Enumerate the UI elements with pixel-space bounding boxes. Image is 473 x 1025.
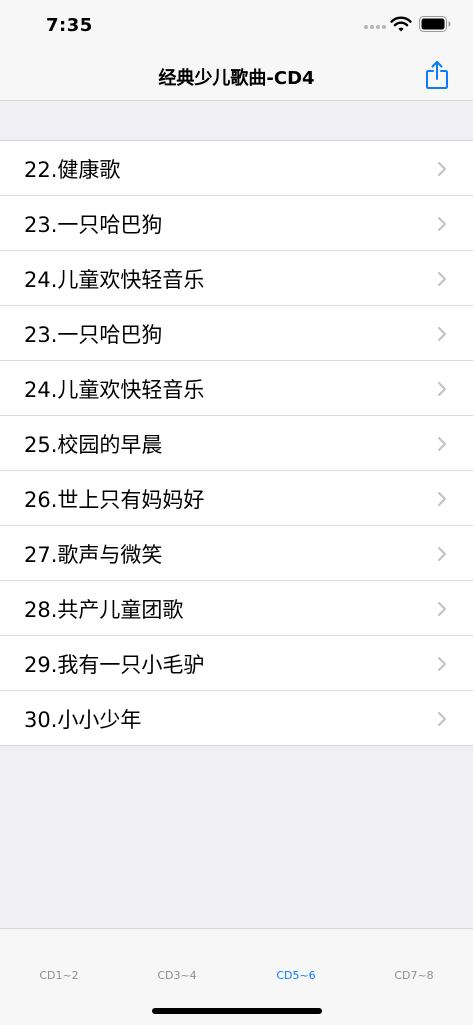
song-row[interactable]: 27.歌声与微笑: [0, 526, 473, 581]
song-row[interactable]: 23.一只哈巴狗: [0, 196, 473, 251]
signal-dots-icon: [364, 25, 386, 29]
song-title: 26.世上只有妈妈好: [24, 488, 205, 512]
chevron-right-icon: [437, 601, 447, 617]
status-time: 7:35: [46, 15, 93, 36]
chevron-right-icon: [437, 216, 447, 232]
song-list: 22.健康歌 23.一只哈巴狗 24.儿童欢快轻音乐 23.一只哈巴狗 24.儿…: [0, 140, 473, 746]
tab-cd1-2[interactable]: CD1~2: [0, 969, 118, 982]
song-row[interactable]: 29.我有一只小毛驴: [0, 636, 473, 691]
chevron-right-icon: [437, 546, 447, 562]
wifi-icon: [390, 16, 412, 32]
home-indicator: [152, 1008, 322, 1014]
battery-icon: [419, 16, 451, 32]
song-title: 23.一只哈巴狗: [24, 213, 163, 237]
song-title: 22.健康歌: [24, 158, 121, 182]
share-icon: [426, 61, 448, 89]
tab-cd5-6[interactable]: CD5~6: [237, 969, 355, 982]
chevron-right-icon: [437, 656, 447, 672]
song-title: 27.歌声与微笑: [24, 543, 163, 567]
tab-cd7-8[interactable]: CD7~8: [355, 969, 473, 982]
chevron-right-icon: [437, 326, 447, 342]
page-title: 经典少儿歌曲-CD4: [158, 68, 315, 89]
share-button[interactable]: [421, 58, 453, 92]
chevron-right-icon: [437, 491, 447, 507]
song-title: 28.共产儿童团歌: [24, 598, 184, 622]
song-title: 24.儿童欢快轻音乐: [24, 378, 205, 402]
song-title: 30.小小少年: [24, 708, 142, 732]
tab-cd3-4[interactable]: CD3~4: [118, 969, 236, 982]
song-title: 24.儿童欢快轻音乐: [24, 268, 205, 292]
song-title: 23.一只哈巴狗: [24, 323, 163, 347]
status-bar: 7:35: [0, 0, 473, 52]
song-title: 25.校园的早晨: [24, 433, 163, 457]
chevron-right-icon: [437, 436, 447, 452]
song-row[interactable]: 24.儿童欢快轻音乐: [0, 251, 473, 306]
song-row[interactable]: 25.校园的早晨: [0, 416, 473, 471]
song-title: 29.我有一只小毛驴: [24, 653, 205, 677]
song-row[interactable]: 24.儿童欢快轻音乐: [0, 361, 473, 416]
navigation-bar: 经典少儿歌曲-CD4: [0, 52, 473, 101]
chevron-right-icon: [437, 161, 447, 177]
chevron-right-icon: [437, 711, 447, 727]
song-row[interactable]: 22.健康歌: [0, 141, 473, 196]
song-row[interactable]: 30.小小少年: [0, 691, 473, 745]
song-row[interactable]: 28.共产儿童团歌: [0, 581, 473, 636]
song-row[interactable]: 23.一只哈巴狗: [0, 306, 473, 361]
song-row[interactable]: 26.世上只有妈妈好: [0, 471, 473, 526]
chevron-right-icon: [437, 381, 447, 397]
chevron-right-icon: [437, 271, 447, 287]
